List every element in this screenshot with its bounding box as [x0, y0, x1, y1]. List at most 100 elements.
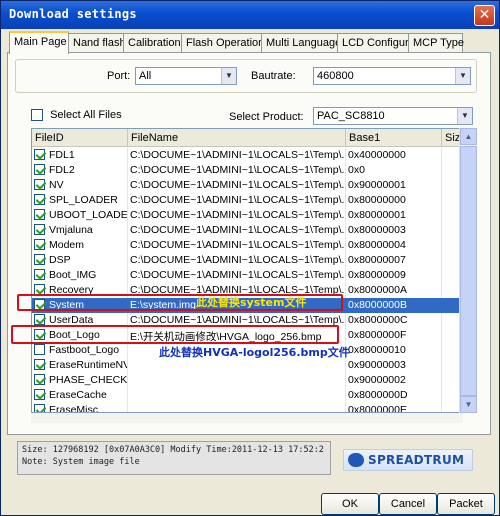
base1-cell: 0x40000000	[346, 148, 442, 163]
bautrate-label: Bautrate:	[251, 70, 296, 82]
base1-cell: 0x80000000	[346, 193, 442, 208]
tab-mcp-type[interactable]: MCP Type	[408, 33, 464, 53]
row-checkbox[interactable]	[34, 374, 45, 385]
base1-cell: 0x80000003	[346, 223, 442, 238]
fileid-cell: EraseRuntimeNV	[32, 358, 128, 373]
filename-cell[interactable]: C:\DOCUME~1\ADMINI~1\LOCALS~1\Temp\...	[128, 148, 346, 163]
scroll-thumb[interactable]	[460, 146, 477, 396]
column-header-base1[interactable]: Base1	[346, 129, 442, 147]
scroll-up-icon[interactable]: ▲	[460, 128, 477, 145]
select-all-checkbox[interactable]	[31, 109, 43, 122]
tab-lcd-configure[interactable]: LCD Configure	[337, 33, 415, 53]
row-checkbox[interactable]	[34, 224, 45, 235]
table-row[interactable]: NV C:\DOCUME~1\ADMINI~1\LOCALS~1\Temp\...…	[32, 178, 462, 193]
chevron-down-icon[interactable]: ▼	[457, 108, 472, 124]
chevron-down-icon[interactable]: ▼	[221, 68, 236, 84]
ok-button[interactable]: OK	[321, 493, 379, 515]
status-line-note: Note: System image file	[22, 457, 140, 467]
product-value: PAC_SC8810	[317, 110, 385, 122]
download-settings-window: Download settings ✕ Main Page Nand flash…	[0, 0, 500, 516]
fileid-cell: NV	[32, 178, 128, 193]
row-checkbox[interactable]	[34, 239, 45, 250]
table-row[interactable]: FDL2 C:\DOCUME~1\ADMINI~1\LOCALS~1\Temp\.…	[32, 163, 462, 178]
filename-cell[interactable]	[128, 373, 346, 388]
tab-calibration[interactable]: Calibration	[123, 33, 182, 53]
product-label: Select Product:	[229, 111, 304, 123]
row-checkbox[interactable]	[34, 179, 45, 190]
horizontal-scrollbar[interactable]	[31, 413, 463, 423]
table-row[interactable]: EraseRuntimeNV 0x90000003	[32, 358, 462, 373]
column-header-filename[interactable]: FileName	[128, 129, 346, 147]
filename-cell[interactable]: C:\DOCUME~1\ADMINI~1\LOCALS~1\Temp\...	[128, 193, 346, 208]
table-row[interactable]: SPL_LOADER C:\DOCUME~1\ADMINI~1\LOCALS~1\…	[32, 193, 462, 208]
close-button[interactable]: ✕	[474, 5, 495, 26]
filename-cell[interactable]: C:\DOCUME~1\ADMINI~1\LOCALS~1\Temp\...	[128, 238, 346, 253]
filename-cell[interactable]: C:\DOCUME~1\ADMINI~1\LOCALS~1\Temp\...	[128, 268, 346, 283]
table-row[interactable]: EraseMisc 0x8000000E	[32, 403, 462, 412]
table-row[interactable]: EraseCache 0x8000000D	[32, 388, 462, 403]
filename-cell[interactable]: C:\DOCUME~1\ADMINI~1\LOCALS~1\Temp\...	[128, 178, 346, 193]
fileid-cell: SPL_LOADER	[32, 193, 128, 208]
tab-main-page[interactable]: Main Page	[9, 31, 69, 54]
fileid-cell: Modem	[32, 238, 128, 253]
fileid-cell: Fastboot_Logo	[32, 343, 128, 358]
base1-cell: 0x80000010	[346, 343, 442, 358]
base1-cell: 0x80000007	[346, 253, 442, 268]
base1-cell: 0x90000001	[346, 178, 442, 193]
row-checkbox[interactable]	[34, 149, 45, 160]
table-row[interactable]: DSP C:\DOCUME~1\ADMINI~1\LOCALS~1\Temp\..…	[32, 253, 462, 268]
tab-multi-languages[interactable]: Multi Languages	[261, 33, 347, 53]
base1-cell: 0x8000000C	[346, 313, 442, 328]
filename-cell[interactable]	[128, 358, 346, 373]
tab-nand-flash[interactable]: Nand flash	[68, 33, 126, 53]
row-checkbox[interactable]	[34, 164, 45, 175]
table-row[interactable]: Modem C:\DOCUME~1\ADMINI~1\LOCALS~1\Temp\…	[32, 238, 462, 253]
vertical-scrollbar[interactable]: ▲ ▼	[459, 128, 477, 413]
row-checkbox[interactable]	[34, 344, 45, 355]
filename-cell[interactable]: C:\DOCUME~1\ADMINI~1\LOCALS~1\Temp\...	[128, 223, 346, 238]
filename-cell[interactable]: C:\DOCUME~1\ADMINI~1\LOCALS~1\Temp\...	[128, 253, 346, 268]
table-row[interactable]: Boot_IMG C:\DOCUME~1\ADMINI~1\LOCALS~1\Te…	[32, 268, 462, 283]
product-select[interactable]: PAC_SC8810 ▼	[313, 107, 473, 125]
row-checkbox[interactable]	[34, 194, 45, 205]
spreadtrum-logo-icon	[348, 453, 364, 467]
packet-button[interactable]: Packet	[437, 493, 495, 515]
row-checkbox[interactable]	[34, 389, 45, 400]
filename-cell[interactable]: C:\DOCUME~1\ADMINI~1\LOCALS~1\Temp\...	[128, 163, 346, 178]
filename-cell[interactable]	[128, 403, 346, 412]
tab-flash-operations[interactable]: Flash Operations	[181, 33, 270, 53]
fileid-text: FDL1	[49, 149, 75, 161]
bautrate-value: 460800	[317, 70, 354, 82]
select-all-files[interactable]: Select All Files	[31, 109, 122, 122]
port-select[interactable]: All ▼	[135, 67, 237, 85]
row-checkbox[interactable]	[34, 209, 45, 220]
fileid-text: Boot_IMG	[49, 269, 97, 281]
row-checkbox[interactable]	[34, 404, 45, 412]
base1-cell: 0x8000000A	[346, 283, 442, 298]
status-panel: Size: 127968192 [0x07A0A3C0] Modify Time…	[17, 441, 331, 475]
row-checkbox[interactable]	[34, 269, 45, 280]
filename-cell[interactable]	[128, 388, 346, 403]
table-row[interactable]: FDL1 C:\DOCUME~1\ADMINI~1\LOCALS~1\Temp\.…	[32, 148, 462, 163]
fileid-cell: PHASE_CHECK	[32, 373, 128, 388]
fileid-text: UBOOT_LOADER	[49, 209, 128, 221]
column-header-fileid[interactable]: FileID	[32, 129, 128, 147]
bautrate-select[interactable]: 460800 ▼	[313, 67, 471, 85]
fileid-cell: Boot_IMG	[32, 268, 128, 283]
filename-cell[interactable]: C:\DOCUME~1\ADMINI~1\LOCALS~1\Temp\...	[128, 208, 346, 223]
fileid-text: EraseRuntimeNV	[49, 359, 128, 371]
title-bar: Download settings ✕	[1, 1, 499, 29]
scroll-down-icon[interactable]: ▼	[460, 396, 477, 413]
fileid-text: PHASE_CHECK	[49, 374, 128, 386]
fileid-cell: FDL1	[32, 148, 128, 163]
row-checkbox[interactable]	[34, 254, 45, 265]
grid-header: FileID FileName Base1 Size	[32, 129, 462, 147]
window-title: Download settings	[9, 7, 137, 21]
chevron-down-icon[interactable]: ▼	[455, 68, 470, 84]
row-checkbox[interactable]	[34, 314, 45, 325]
table-row[interactable]: PHASE_CHECK 0x90000002	[32, 373, 462, 388]
table-row[interactable]: UBOOT_LOADER C:\DOCUME~1\ADMINI~1\LOCALS~…	[32, 208, 462, 223]
cancel-button[interactable]: Cancel	[379, 493, 437, 515]
row-checkbox[interactable]	[34, 359, 45, 370]
table-row[interactable]: Vmjaluna C:\DOCUME~1\ADMINI~1\LOCALS~1\Te…	[32, 223, 462, 238]
